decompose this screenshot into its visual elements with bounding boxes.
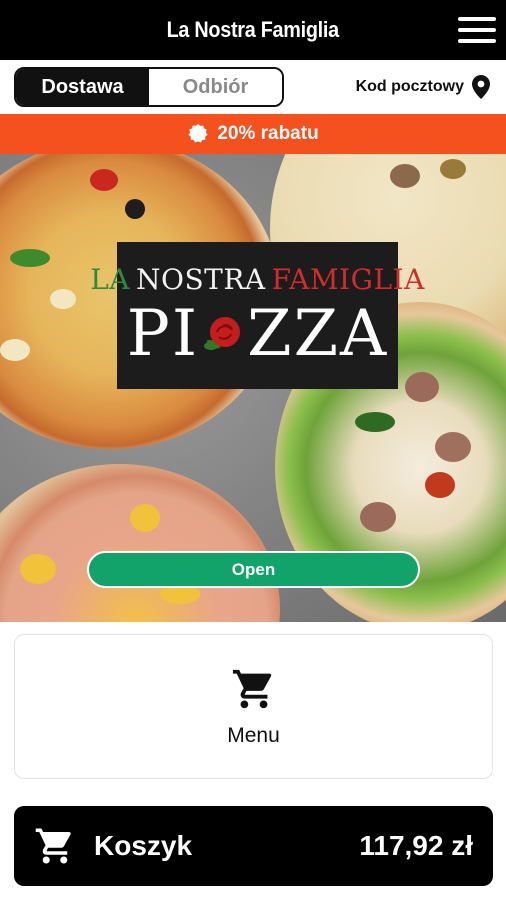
logo-word-famiglia: FAMIGLIA (271, 262, 425, 296)
brand-logo: LA NOSTRA FAMIGLIA PI ZZA (90, 242, 424, 389)
delivery-option[interactable]: Dostawa (16, 69, 149, 105)
logo-word-zza: ZZA (247, 296, 389, 371)
postcode-label: Kod pocztowy (355, 78, 464, 95)
logo-word-nostra: NOSTRA (136, 262, 266, 296)
hamburger-icon[interactable] (458, 15, 496, 45)
open-status-button[interactable]: Open (87, 551, 420, 588)
shopping-cart-icon (232, 669, 271, 708)
promo-banner: 20% rabatu (0, 114, 506, 154)
menu-label: Menu (227, 723, 280, 747)
promo-text: 20% rabatu (217, 123, 319, 144)
order-mode-toggle: Dostawa Odbiór (14, 67, 284, 107)
logo-word-pi: PI (126, 296, 200, 371)
cart-total: 117,92 zł (359, 830, 473, 861)
menu-card[interactable]: Menu (14, 634, 493, 779)
postcode-button[interactable]: Kod pocztowy (356, 75, 490, 99)
pizza-image (0, 464, 280, 622)
rose-icon (204, 316, 241, 350)
location-pin-icon (472, 75, 490, 99)
order-mode-row: Dostawa Odbiór Kod pocztowy (0, 60, 506, 114)
app-title: La Nostra Famiglia (166, 17, 340, 42)
logo-word-la: LA (90, 262, 131, 296)
shopping-cart-icon (35, 828, 71, 864)
cart-label: Koszyk (94, 830, 193, 861)
hero-banner: LA NOSTRA FAMIGLIA PI ZZA Open (0, 154, 506, 622)
pickup-option[interactable]: Odbiór (149, 69, 282, 105)
app-header: La Nostra Famiglia (0, 0, 506, 60)
discount-badge-icon (188, 123, 208, 143)
cart-button[interactable]: Koszyk 117,92 zł (14, 806, 493, 886)
